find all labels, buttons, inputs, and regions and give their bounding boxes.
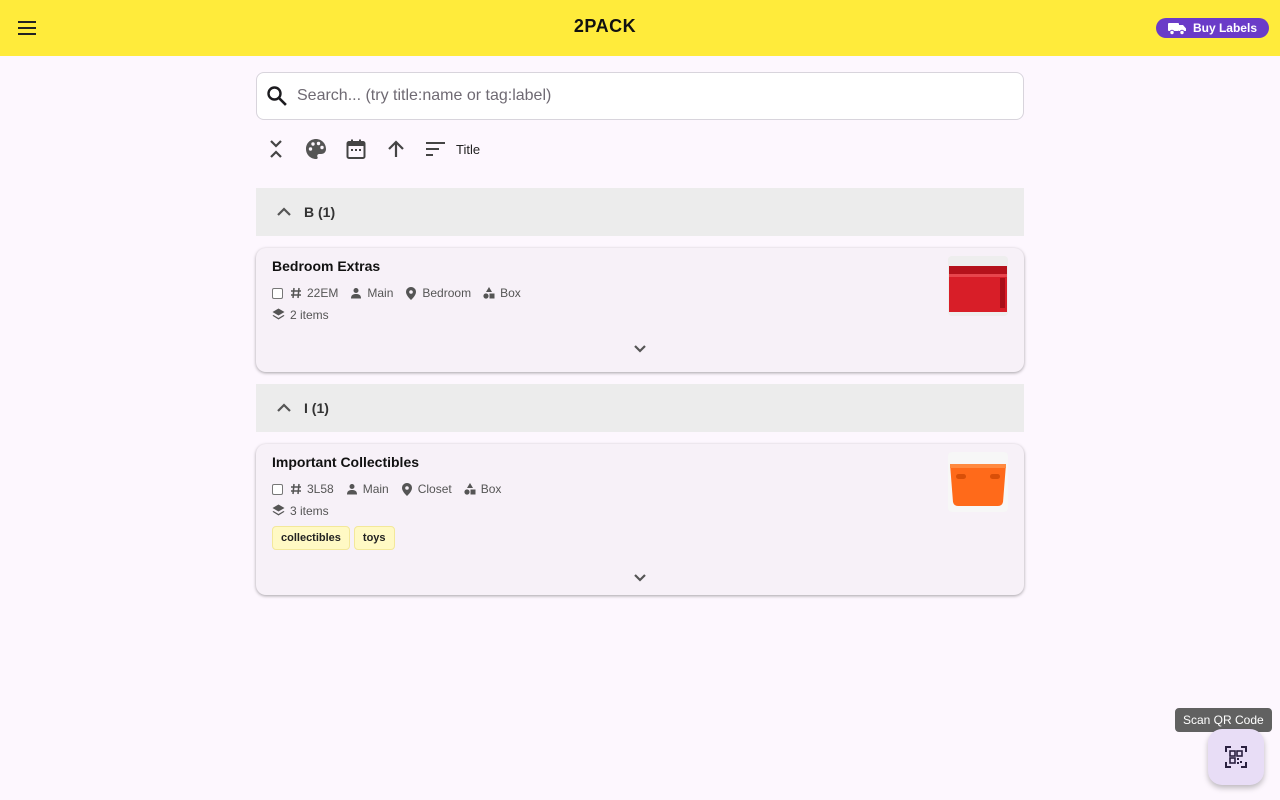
group-title: I (1) [304,400,329,416]
orange-bin-image [948,452,1008,512]
search-icon [265,84,289,108]
calendar-icon [346,139,366,159]
chevron-down-icon [634,574,646,582]
arrow-up-icon [388,140,404,157]
sort-icon [426,142,445,156]
box-code: 22EM [307,286,339,300]
group-header-b[interactable]: B (1) [256,188,1024,236]
sort-field-button[interactable] [416,129,456,169]
date-button[interactable] [336,129,376,169]
box-owner: Main [367,286,394,300]
color-button[interactable] [296,129,336,169]
card-meta: 3L58 Main Closet Box [272,481,1008,497]
scan-qr-button[interactable] [1208,729,1264,785]
card-meta: 22EM Main Bedroom Box [272,285,1008,301]
buy-labels-button[interactable]: Buy Labels [1155,18,1269,38]
app-title: 2PACK [573,16,637,36]
box-thumbnail[interactable] [948,452,1008,512]
item-count: 2 items [290,308,329,322]
person-icon [349,286,363,300]
collapse-all-icon [270,140,282,158]
box-type: Box [500,286,521,300]
box-card-important-collectibles[interactable]: Important Collectibles 3L58 Main Closet … [256,444,1024,595]
expand-card-button[interactable] [272,337,1008,361]
hash-icon [289,286,303,300]
truck-icon [1167,22,1186,35]
location-pin-icon [400,482,414,496]
box-card-bedroom-extras[interactable]: Bedroom Extras 22EM Main Bedroom Box 2 i… [256,248,1024,372]
box-owner: Main [362,482,389,496]
chevron-down-icon [634,345,646,353]
app-bar: 2PACK Buy Labels [0,0,1280,56]
card-title: Important Collectibles [272,454,420,470]
card-items: 2 items [272,307,1008,323]
card-title: Bedroom Extras [272,258,381,274]
expand-card-button[interactable] [272,566,1008,590]
select-checkbox[interactable] [272,483,283,495]
palette-icon [306,139,326,159]
location-pin-icon [404,286,418,300]
box-location: Bedroom [422,286,472,300]
chevron-up-icon [272,200,296,224]
box-location: Closet [417,482,452,496]
chevron-up-icon [272,396,296,420]
tag-chip[interactable]: collectibles [272,526,350,550]
shapes-icon [482,286,496,300]
sort-field-label[interactable]: Title [456,142,480,157]
sort-direction-button[interactable] [376,129,416,169]
box-type: Box [480,482,502,496]
red-box-image [948,256,1008,316]
collapse-all-button[interactable] [256,129,296,169]
item-count: 3 items [290,504,329,518]
qr-code-scan-icon [1225,746,1247,768]
hash-icon [289,482,303,496]
shapes-icon [463,482,477,496]
tag-chip[interactable]: toys [353,526,395,550]
box-code: 3L58 [307,482,334,496]
group-header-i[interactable]: I (1) [256,384,1024,432]
buy-labels-label: Buy Labels [1192,21,1257,35]
layers-icon [272,504,286,518]
list-toolbar: Title [256,129,1024,169]
tag-list: collectibles toys [272,526,1008,550]
box-thumbnail[interactable] [948,256,1008,316]
person-icon [345,482,359,496]
search-input[interactable] [297,87,1023,105]
group-title: B (1) [304,204,336,220]
layers-icon [272,308,286,322]
main-content: Title B (1) Bedroom Extras 22EM Main Bed… [256,72,1024,595]
card-items: 3 items [272,503,1008,519]
search-bar[interactable] [256,72,1024,120]
select-checkbox[interactable] [272,287,283,299]
